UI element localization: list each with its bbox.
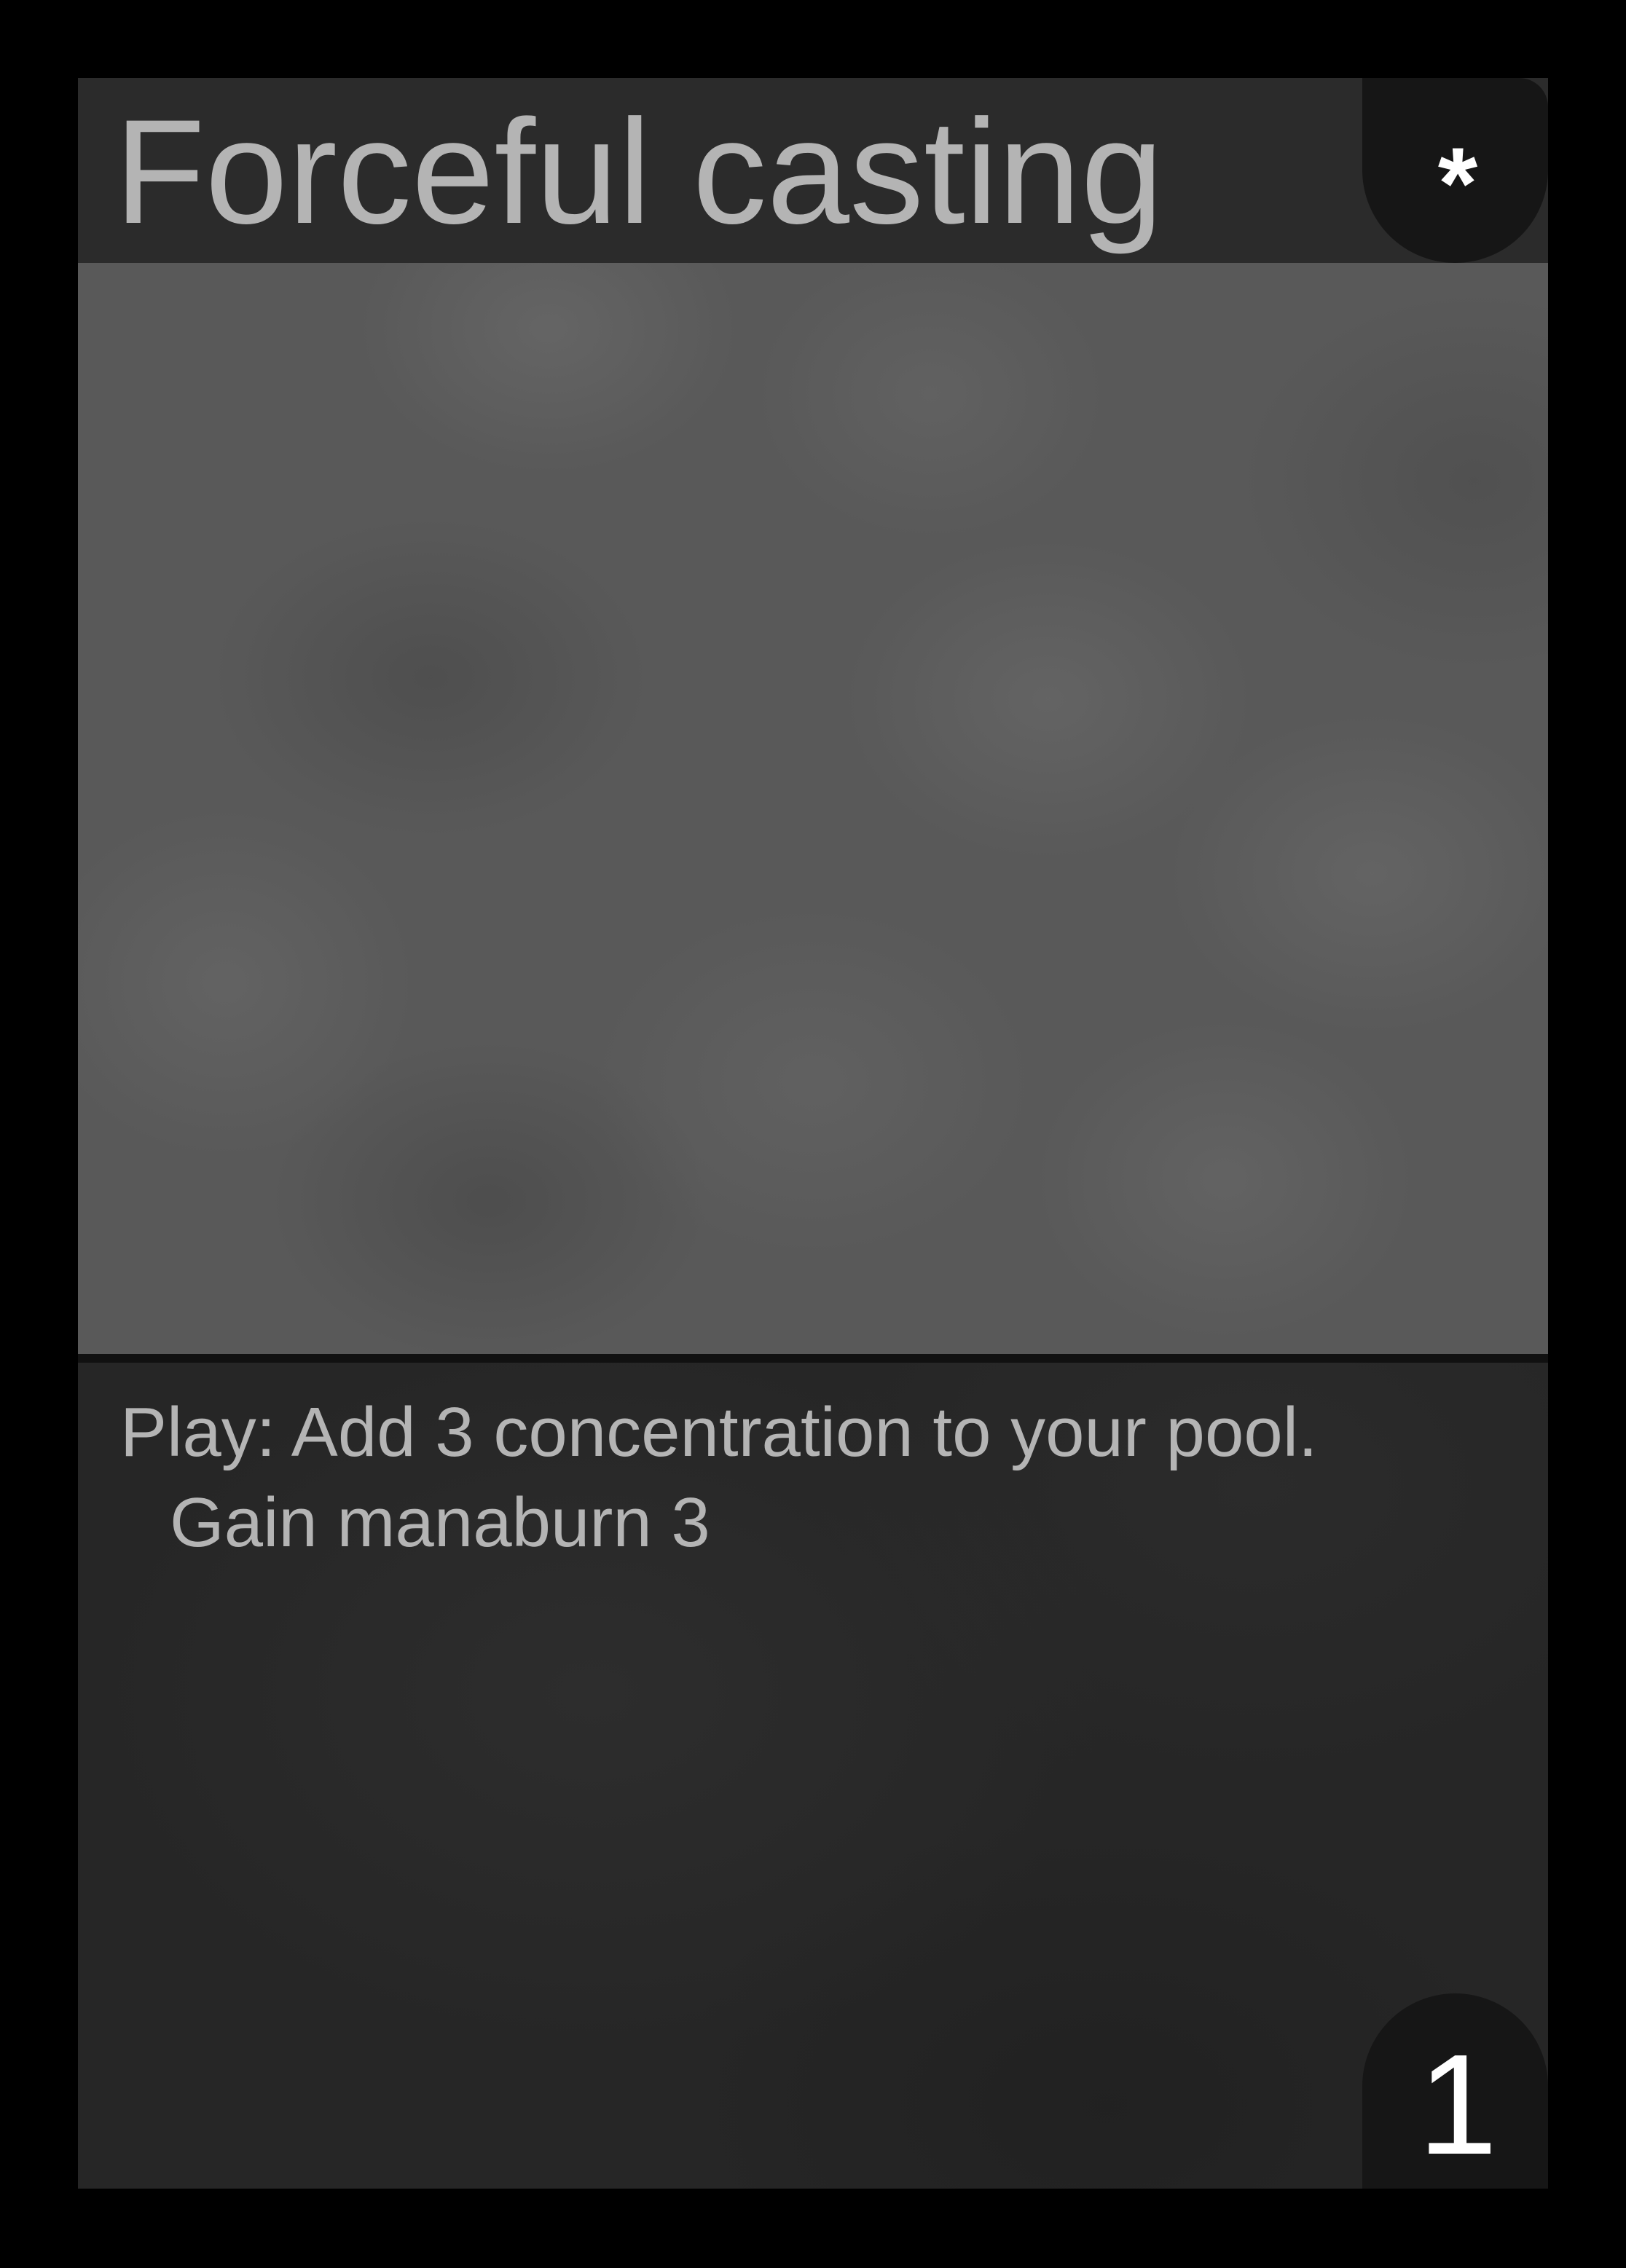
title-bar: Forceful casting — [78, 78, 1548, 263]
card-number: 1 — [1418, 2025, 1498, 2184]
card[interactable]: Forceful casting * Play: Add 3 concentra… — [78, 78, 1548, 2189]
card-title: Forceful casting — [114, 89, 1163, 255]
card-art — [78, 263, 1548, 1354]
asterisk-icon: * — [1437, 126, 1478, 240]
divider — [78, 1354, 1548, 1363]
rules-text-box: Play: Add 3 concentration to your pool. … — [78, 1363, 1548, 2189]
rules-text: Play: Add 3 concentration to your pool. … — [120, 1393, 1318, 1562]
number-badge: 1 — [1362, 1993, 1548, 2189]
cost-badge: * — [1362, 78, 1548, 263]
